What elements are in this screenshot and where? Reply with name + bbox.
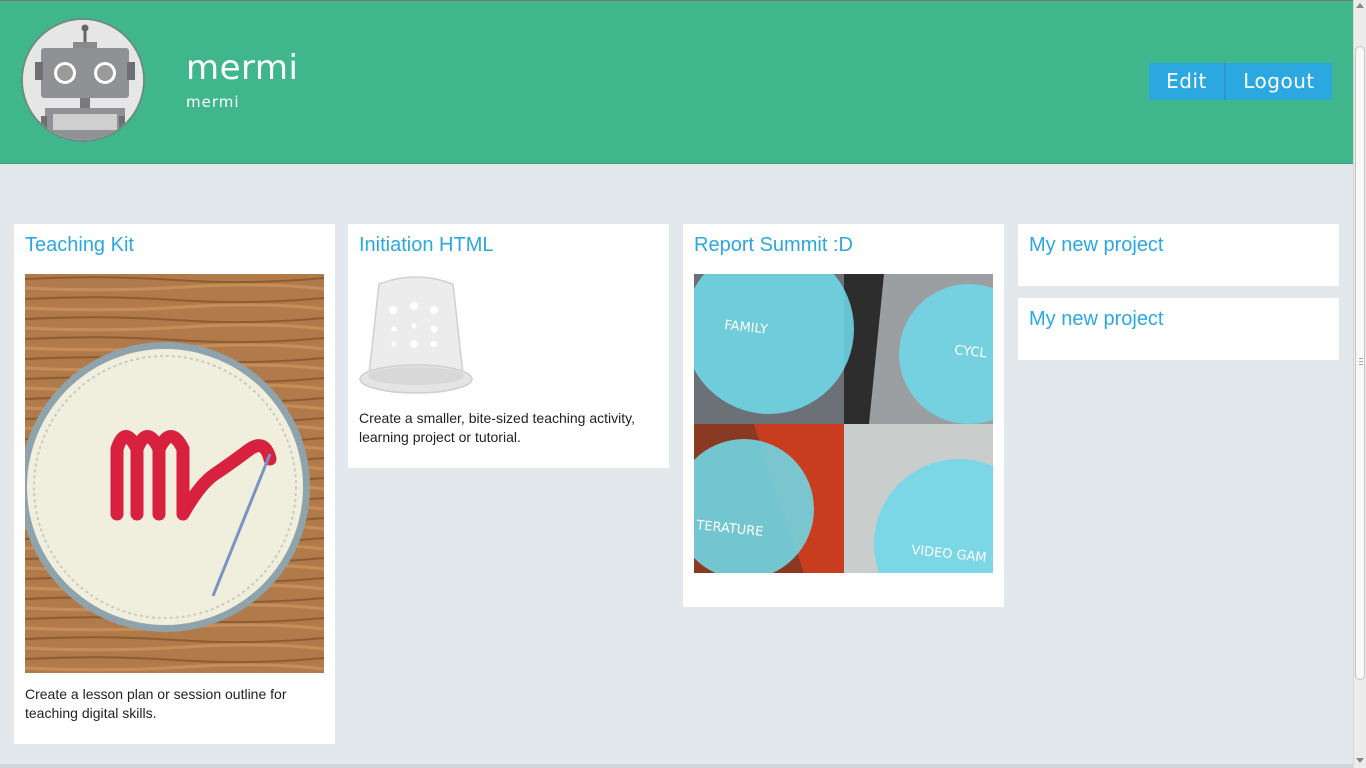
project-title[interactable]: Teaching Kit (25, 234, 134, 257)
project-title[interactable]: My new project (1029, 234, 1164, 257)
project-title[interactable]: Initiation HTML (359, 234, 494, 257)
scroll-down-arrow-icon[interactable] (1356, 758, 1364, 763)
thimble-icon (359, 276, 473, 394)
edit-button[interactable]: Edit (1149, 63, 1224, 100)
robot-avatar-icon (23, 20, 143, 140)
vertical-scrollbar[interactable] (1353, 0, 1366, 768)
grip-line (1359, 358, 1363, 359)
page-bottom-edge (0, 764, 1353, 768)
maker-badge-patch-icon (25, 274, 324, 673)
profile-header: mermi mermi Edit Logout (0, 1, 1353, 164)
profile-name: mermi (186, 48, 299, 88)
topic-collage-icon: FAMILY CYCL TERATURE VIDEO GAM (694, 274, 993, 573)
project-description: Create a smaller, bite-sized teaching ac… (359, 410, 635, 445)
project-description: Create a lesson plan or session outline … (25, 686, 287, 721)
grip-line (1359, 364, 1363, 365)
thimble-image[interactable] (359, 274, 474, 399)
project-card[interactable]: Teaching Kit Create a lesson plan or ses… (14, 224, 335, 744)
scrollbar-thumb[interactable] (1355, 46, 1365, 680)
project-title[interactable]: Report Summit :D (694, 234, 853, 257)
project-card[interactable]: My new project (1018, 224, 1339, 286)
profile-username: mermi (186, 93, 240, 111)
avatar (21, 18, 145, 142)
project-card[interactable]: Initiation HTML Create a smaller, bite-s… (348, 224, 669, 468)
project-card[interactable]: My new project (1018, 298, 1339, 360)
topic-collage-image[interactable]: FAMILY CYCL TERATURE VIDEO GAM (694, 274, 993, 573)
scroll-up-arrow-icon[interactable] (1356, 3, 1364, 8)
project-title[interactable]: My new project (1029, 308, 1164, 331)
grip-line (1359, 361, 1363, 362)
project-card[interactable]: Report Summit :D FAMILY CYCL TERATURE VI… (683, 224, 1004, 607)
maker-badge-image[interactable] (25, 274, 324, 673)
logout-button[interactable]: Logout (1226, 63, 1332, 100)
